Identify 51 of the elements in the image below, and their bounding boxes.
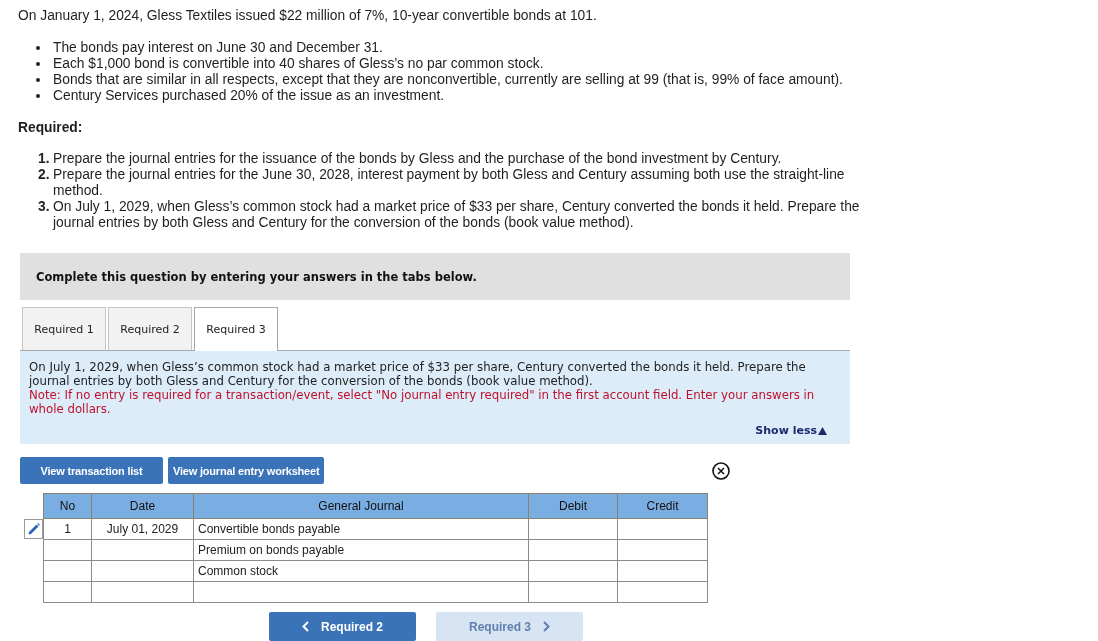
credit-field[interactable] <box>617 560 708 582</box>
previous-button[interactable]: Required 2 <box>269 612 416 641</box>
intro-text: On January 1, 2024, Gless Textiles issued $22 million of 7%, 10-year convertible bonds at 101. <box>18 8 598 24</box>
chevron-left-icon <box>302 621 309 632</box>
chevron-right-icon <box>543 621 550 632</box>
column-header: Credit <box>617 493 708 519</box>
toolbar-button[interactable]: View transaction list <box>20 457 163 484</box>
account-field[interactable] <box>193 581 529 603</box>
debit-field[interactable] <box>528 539 618 561</box>
fact-text: The bonds pay interest on June 30 and December 31. <box>53 40 383 56</box>
debit-field[interactable] <box>528 581 618 603</box>
entry-number-cell: 1 <box>43 518 92 540</box>
tab[interactable]: Required 3 <box>194 307 278 351</box>
requirement-number: 2. <box>38 167 51 183</box>
requirement-text: Prepare the journal entries for the issuance of the bonds by Gless and the purchase of the bond investment by Century. <box>53 151 782 167</box>
prompt-text: On July 1, 2029, when Gless’s common stock had a market price of $33 per share, Century converted the bonds it held. Prepare the journal entries by both Gless and Century for the conversion of the bonds (book value method). <box>29 360 807 388</box>
column-header: General Journal <box>193 493 529 519</box>
credit-field[interactable] <box>617 581 708 603</box>
bullet-icon <box>36 62 40 66</box>
debit-field[interactable] <box>528 518 618 540</box>
tab[interactable]: Required 1 <box>22 307 106 350</box>
fact-text: Bonds that are similar in all respects, except that they are nonconvertible, currently are selling at 99 (that is, 99% of face amount). <box>53 72 843 88</box>
bullet-icon <box>36 94 40 98</box>
credit-field[interactable] <box>617 539 708 561</box>
requirement-number: 1. <box>38 151 51 167</box>
instructions-banner-text: Complete this question by entering your answers in the tabs below. <box>36 269 477 284</box>
account-field[interactable]: Convertible bonds payable <box>193 518 529 540</box>
caret-up-icon <box>818 426 827 435</box>
credit-field[interactable] <box>617 518 708 540</box>
column-header: Debit <box>528 493 618 519</box>
column-header: No <box>43 493 92 519</box>
show-less-link[interactable]: Show less <box>755 424 827 437</box>
close-icon[interactable] <box>712 461 730 480</box>
account-field[interactable]: Common stock <box>193 560 529 582</box>
note-text: Note: If no entry is required for a transaction/event, select "No journal entry required" in the first account field. Enter your answers in whole dollars. <box>29 388 816 416</box>
bullet-icon <box>36 78 40 82</box>
requirement-number: 3. <box>38 199 51 215</box>
date-cell: July 01, 2029 <box>91 518 194 540</box>
fact-text: Century Services purchased 20% of the issue as an investment. <box>53 88 445 104</box>
bullet-icon <box>36 46 40 50</box>
debit-field[interactable] <box>528 560 618 582</box>
tab[interactable]: Required 2 <box>108 307 192 350</box>
fact-text: Each $1,000 bond is convertible into 40 shares of Gless’s no par common stock. <box>53 56 544 72</box>
column-header: Date <box>91 493 194 519</box>
requirement-text: Prepare the journal entries for the June 30, 2028, interest payment by both Gless and Century assuming both use the straight-line method. <box>53 167 846 199</box>
account-field[interactable]: Premium on bonds payable <box>193 539 529 561</box>
pencil-icon <box>27 523 40 535</box>
required-heading: Required: <box>18 120 84 136</box>
edit-marker[interactable] <box>24 519 43 539</box>
toolbar-button[interactable]: View journal entry worksheet <box>168 457 325 484</box>
requirement-text: On July 1, 2029, when Gless’s common stock had a market price of $33 per share, Century converted the bonds it held. Prepare the journal entries by both Gless and Century for the conversion of the bonds (book value method). <box>53 199 861 231</box>
